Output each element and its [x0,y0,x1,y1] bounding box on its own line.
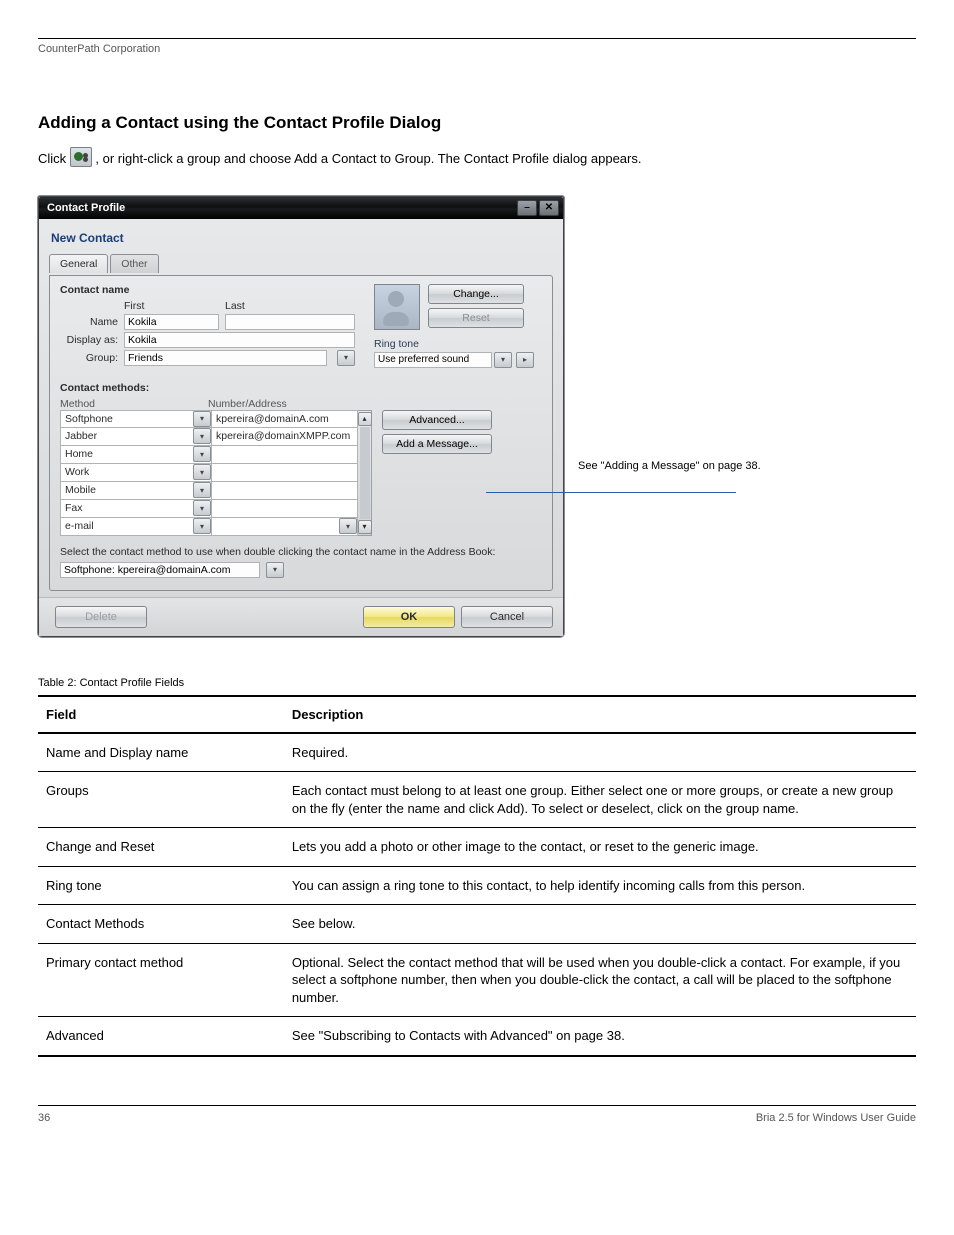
display-as-field[interactable] [124,332,355,348]
table-row: Contact MethodsSee below. [38,905,916,944]
tab-general[interactable]: General [49,254,108,273]
method-row[interactable]: Fax▾ [60,500,358,518]
method-dropdown-button[interactable]: ▾ [193,482,211,498]
scroll-track[interactable] [360,427,370,519]
table-row: Ring toneYou can assign a ring tone to t… [38,866,916,905]
method-row[interactable]: e-mail▾▾ [60,518,358,536]
cancel-button[interactable]: Cancel [461,606,553,628]
method-dropdown-button[interactable]: ▾ [193,411,211,427]
close-button[interactable]: ✕ [539,200,559,216]
first-label: First [124,300,219,312]
doc-title-footer: Bria 2.5 for Windows User Guide [756,1112,916,1124]
header-rule [38,38,916,39]
group-field[interactable] [124,350,327,366]
method-row[interactable]: Softphone▾kpereira@domainA.com [60,410,358,428]
methods-scrollbar[interactable]: ▴ ▾ [358,410,372,536]
display-as-label: Display as: [60,334,124,346]
col-address: Number/Address [208,398,287,410]
primary-method-field[interactable] [60,562,260,578]
callout-line [486,492,736,493]
method-dropdown-button[interactable]: ▾ [193,446,211,462]
last-name-field[interactable] [225,314,355,330]
callout-text: See "Adding a Message" on page 38. [578,460,778,472]
doc-footer: 36 Bria 2.5 for Windows User Guide [38,1112,916,1154]
avatar [374,284,420,330]
intro-line: Click , or right-click a group and choos… [38,147,916,168]
method-dropdown-button[interactable]: ▾ [193,500,211,516]
delete-button[interactable]: Delete [55,606,147,628]
primary-method-dropdown-button[interactable]: ▾ [266,562,284,578]
method-dropdown-button[interactable]: ▾ [193,518,211,534]
table-row: Name and Display nameRequired. [38,733,916,772]
group-label: Group: [60,352,124,364]
method-row[interactable]: Work▾ [60,464,358,482]
change-avatar-button[interactable]: Change... [428,284,524,304]
contact-methods-table: Softphone▾kpereira@domainA.com Jabber▾kp… [60,410,358,536]
minimize-button[interactable]: – [517,200,537,216]
name-label: Name [60,316,124,328]
method-dropdown-button[interactable]: ▾ [193,464,211,480]
col-description: Description [284,696,916,733]
dialog-footer: Delete OK Cancel [39,597,563,636]
ok-button[interactable]: OK [363,606,455,628]
scroll-down-button[interactable]: ▾ [358,520,372,534]
last-label: Last [225,300,245,312]
fields-table: Field Description Name and Display nameR… [38,695,916,1057]
tab-other[interactable]: Other [110,254,158,273]
advanced-button[interactable]: Advanced... [382,410,492,430]
method-more-button[interactable]: ▾ [339,518,357,534]
contact-methods-label: Contact methods: [60,382,542,394]
new-contact-heading: New Contact [51,231,553,245]
group-dropdown-button[interactable]: ▾ [337,350,355,366]
add-contact-icon [70,147,92,167]
ringtone-play-button[interactable]: ▸ [516,352,534,368]
table-row: Change and ResetLets you add a photo or … [38,828,916,867]
tab-panel-general: Contact name First Last Name [49,275,553,591]
first-name-field[interactable] [124,314,219,330]
method-row[interactable]: Home▾ [60,446,358,464]
method-row[interactable]: Jabber▾kpereira@domainXMPP.com [60,428,358,446]
dialog-title: Contact Profile [47,202,125,214]
contact-profile-dialog: Contact Profile – ✕ New Contact General … [38,196,564,637]
add-message-button[interactable]: Add a Message... [382,434,492,454]
method-dropdown-button[interactable]: ▾ [193,428,211,444]
page-number: 36 [38,1112,50,1124]
table-row: Primary contact methodOptional. Select t… [38,943,916,1017]
doc-header: CounterPath Corporation [38,43,916,55]
method-row[interactable]: Mobile▾ [60,482,358,500]
ringtone-label: Ring tone [374,338,542,350]
primary-method-instruction: Select the contact method to use when do… [60,546,542,558]
footer-rule [38,1105,916,1106]
tab-strip: General Other [49,253,553,275]
reset-avatar-button[interactable]: Reset [428,308,524,328]
fields-table-caption: Table 2: Contact Profile Fields [38,677,916,689]
contact-name-label: Contact name [60,284,360,296]
header-left: CounterPath Corporation [38,43,160,55]
ringtone-dropdown-button[interactable]: ▾ [494,352,512,368]
scroll-up-button[interactable]: ▴ [358,412,372,426]
titlebar: Contact Profile – ✕ [39,197,563,219]
table-row: AdvancedSee "Subscribing to Contacts wit… [38,1017,916,1056]
ringtone-field[interactable] [374,352,492,368]
section-title: Adding a Contact using the Contact Profi… [38,113,916,133]
col-field: Field [38,696,284,733]
table-row: GroupsEach contact must belong to at lea… [38,772,916,828]
col-method: Method [60,398,208,410]
